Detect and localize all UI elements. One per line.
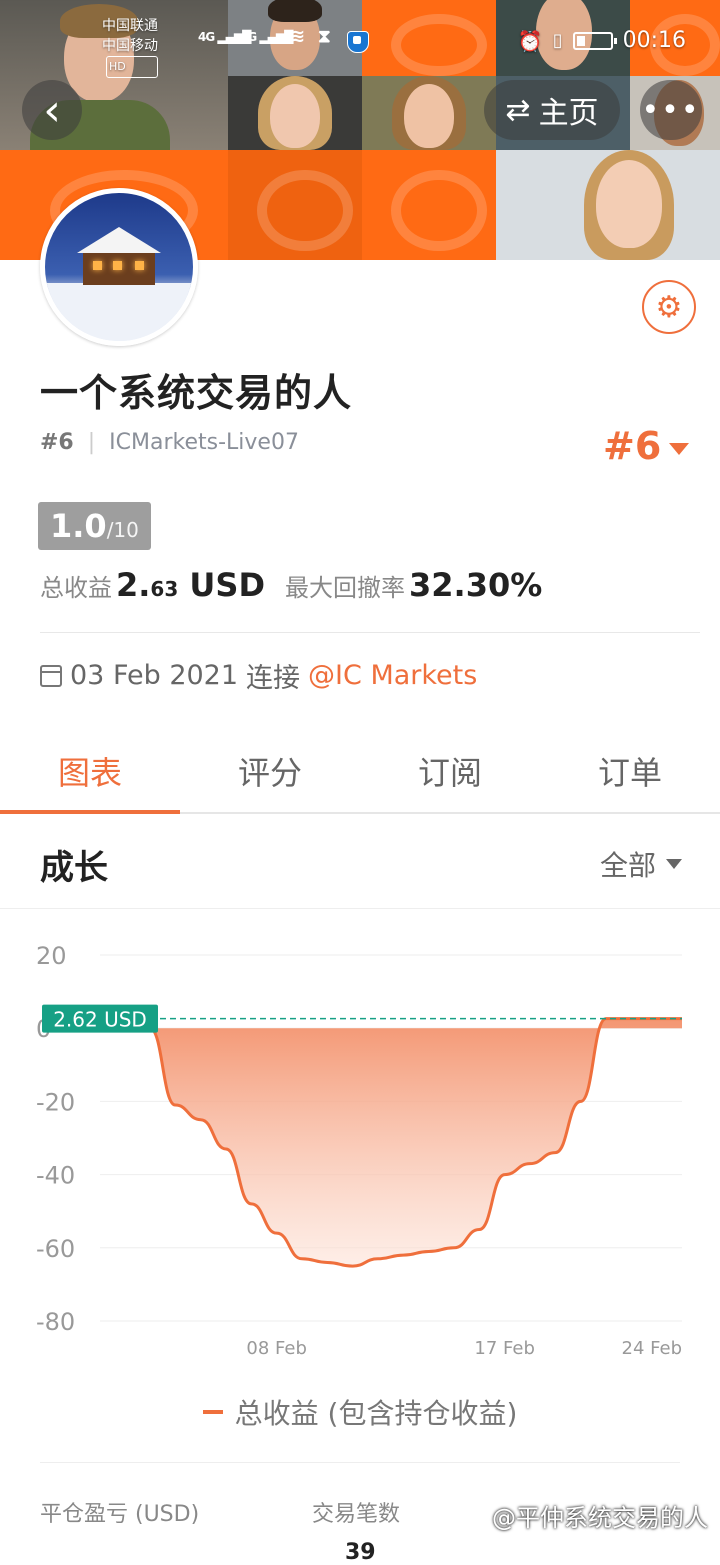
avatar[interactable] (40, 188, 198, 346)
range-filter[interactable]: 全部 (600, 844, 682, 884)
x-tick-label: 24 Feb (622, 1338, 683, 1359)
home-label: 主页 (538, 96, 599, 131)
shield-icon (347, 31, 369, 53)
section-title: 成长 (40, 848, 108, 888)
growth-chart[interactable]: 200-20-40-60-8008 Feb17 Feb24 Feb 2.62 U… (0, 930, 720, 1370)
carrier-1: 中国联通 (102, 18, 158, 34)
battery-icon (572, 31, 617, 50)
trades-value: 39 (345, 1540, 376, 1565)
more-dots-icon: ••• (641, 92, 701, 128)
x-tick-label: 08 Feb (246, 1338, 307, 1359)
legend-swatch (202, 1410, 223, 1414)
caret-down-icon (669, 443, 690, 455)
rank-small: #6 (40, 430, 74, 455)
banner-pattern (362, 0, 496, 76)
watermark-text: @平仲系统交易的人 (492, 1504, 708, 1532)
rank-dropdown[interactable]: #6 (603, 424, 690, 468)
chart-legend: 总收益 (包含持仓收益) (0, 1392, 720, 1432)
y-tick-label: 20 (36, 942, 67, 970)
separator: | (87, 430, 96, 455)
banner-photo (496, 150, 720, 260)
banner-pattern (228, 150, 362, 260)
settings-button[interactable]: ⚙ (642, 280, 696, 334)
banner-photo (362, 76, 496, 150)
growth-area (150, 1018, 682, 1267)
y-tick-label: -80 (36, 1308, 75, 1336)
drawdown-label: 最大回撤率 (285, 574, 405, 602)
tab-chart[interactable]: 图表 (0, 738, 180, 814)
status-carriers: 中国联通 中国移动 HD (102, 16, 158, 78)
x-tick-label: 17 Feb (474, 1338, 535, 1359)
profit-label: 总收益 (40, 574, 112, 602)
score-value: 1.0 (50, 507, 107, 545)
banner-photo (228, 76, 362, 150)
growth-header: 成长 全部 (0, 812, 720, 909)
more-button[interactable]: ••• (640, 80, 702, 140)
current-value-label: 2.62 USD (53, 1008, 147, 1032)
y-tick-label: -60 (36, 1235, 75, 1263)
profit-stats: 总收益 2.63 USD 最大回撤率 32.30% (40, 566, 542, 604)
rank-big: #6 (603, 424, 662, 468)
switch-icon: ⇄ (505, 92, 531, 128)
trades-label: 交易笔数 (312, 1502, 401, 1527)
tab-orders[interactable]: 订单 (540, 738, 720, 812)
caret-down-icon (666, 859, 682, 869)
closed-pl-label: 平仓盈亏 (USD) (40, 1502, 200, 1527)
connect-label: 连接 (246, 663, 301, 694)
home-button[interactable]: ⇄ 主页 (484, 80, 620, 140)
avatar-cabin-image (77, 227, 161, 285)
wifi-icon: ≋ (290, 26, 305, 47)
range-filter-label: 全部 (599, 849, 656, 882)
profit-value: 2.63 USD (116, 566, 265, 604)
drawdown-value: 32.30% (409, 566, 543, 604)
signal-icon: 4G ▂▄▆█ (240, 30, 293, 44)
vibrate-icon: ▯ (552, 30, 563, 51)
account-server: ICMarkets-Live07 (109, 430, 299, 455)
back-button[interactable]: ‹ (22, 80, 82, 140)
broker-link[interactable]: @IC Markets (308, 660, 477, 691)
score-max: /10 (106, 518, 139, 542)
y-tick-label: -20 (36, 1088, 75, 1116)
divider (40, 632, 700, 633)
watermark: @平仲系统交易的人 (492, 1498, 708, 1533)
y-tick-label: -40 (36, 1162, 75, 1190)
chevron-left-icon: ‹ (43, 84, 61, 136)
status-time: 00:16 (622, 28, 686, 53)
connection-info: 03 Feb 2021 连接 @IC Markets (40, 656, 477, 695)
page-title: 一个系统交易的人 (40, 371, 353, 415)
tab-subscribe[interactable]: 订阅 (360, 738, 540, 812)
score-badge: 1.0 /10 (38, 502, 151, 550)
status-right: ⏰ ▯ 00:16 (518, 28, 686, 53)
hourglass-icon: ⧗ (318, 26, 331, 47)
account-line: #6 | ICMarkets-Live07 (40, 430, 299, 455)
tab-rating[interactable]: 评分 (180, 738, 360, 812)
hd-badge: HD (106, 56, 158, 78)
divider (40, 1462, 680, 1463)
connect-date: 03 Feb 2021 (70, 660, 239, 691)
carrier-2: 中国移动 (102, 38, 158, 54)
banner-pattern (362, 150, 496, 260)
alarm-icon: ⏰ (517, 28, 543, 53)
legend-label: 总收益 (包含持仓收益) (234, 1397, 518, 1430)
gear-icon: ⚙ (655, 289, 683, 325)
tab-bar: 图表 评分 订阅 订单 (0, 738, 720, 814)
calendar-icon (40, 664, 62, 687)
